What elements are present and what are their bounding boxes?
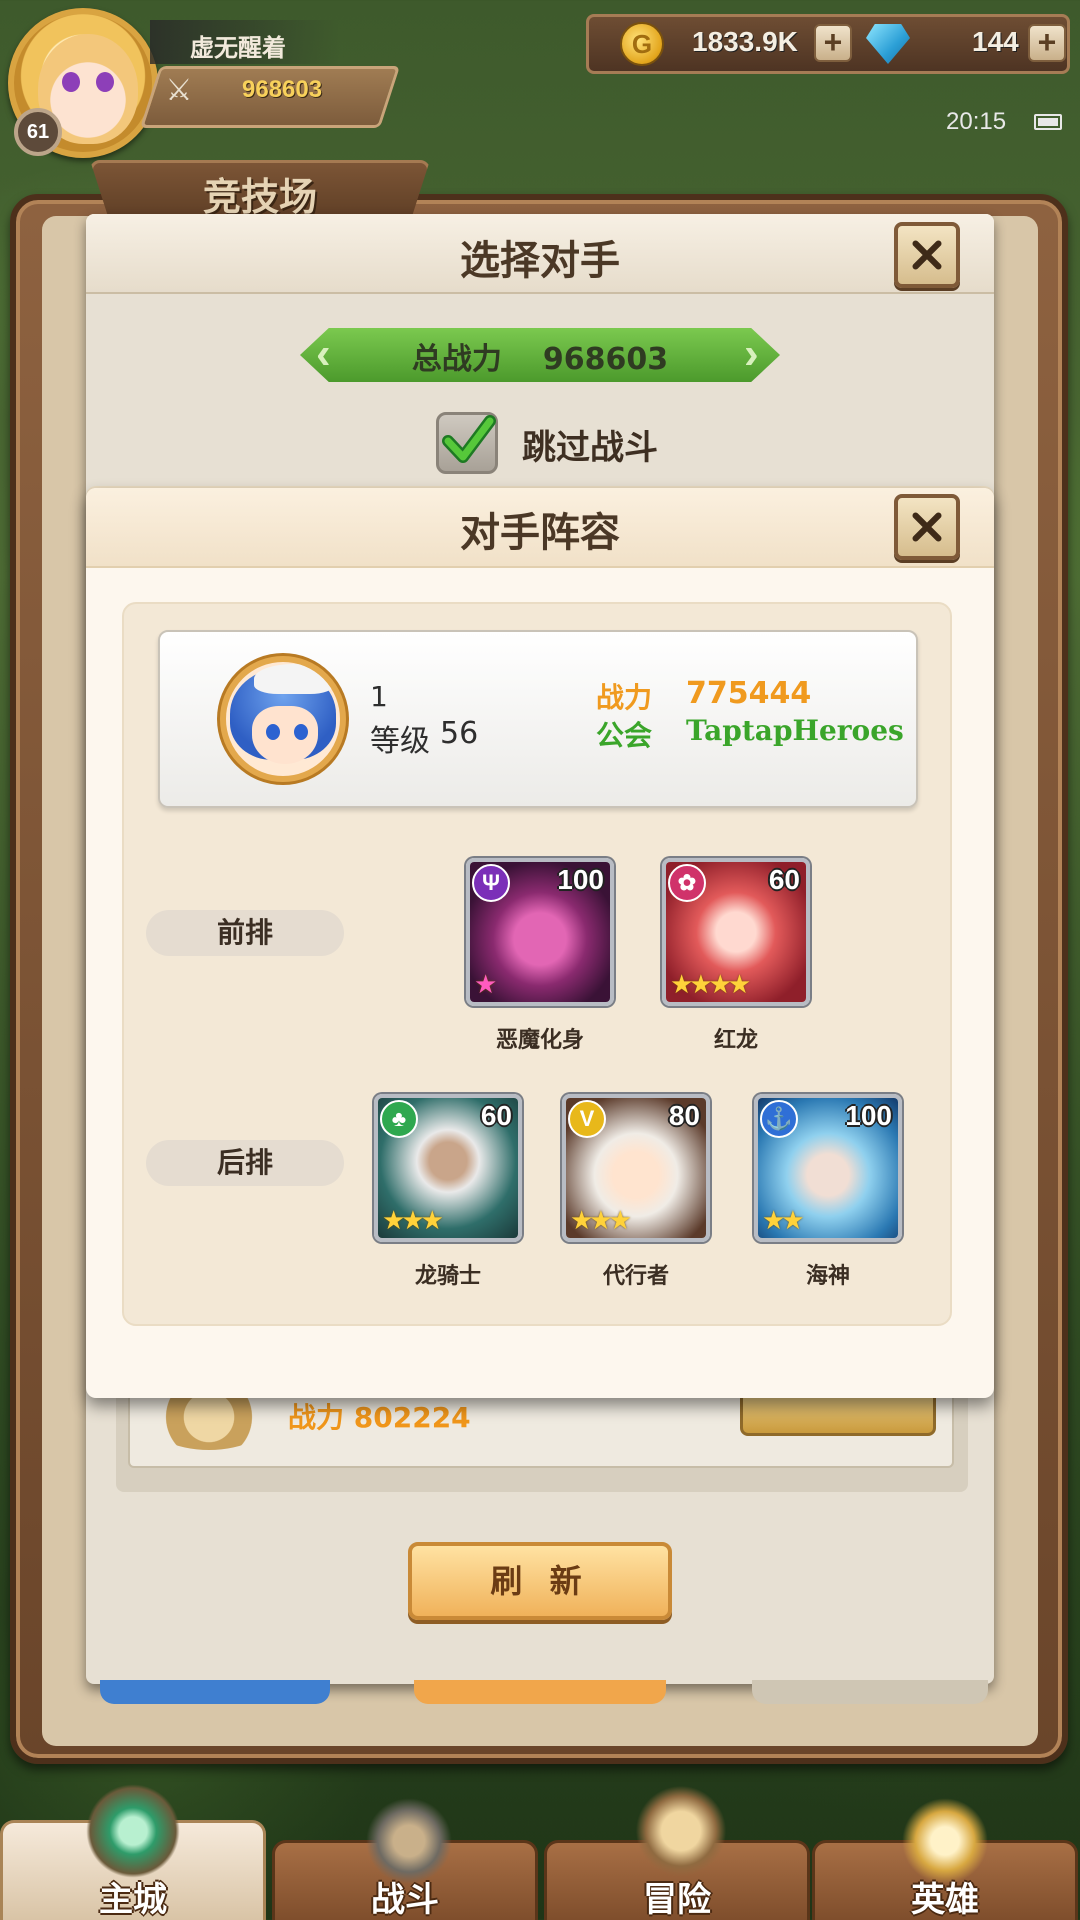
nav-label-adventure: 冒险 (643, 1880, 711, 1920)
player-name: 虚无醒着 (150, 20, 340, 64)
nav-label-battle: 战斗 (371, 1880, 439, 1920)
select-opponent-title: 选择对手 (460, 238, 620, 284)
refresh-button[interactable]: 刷 新 (408, 1542, 672, 1620)
opponent-level-label: 等级 (370, 724, 430, 759)
player-level-badge: 61 (14, 108, 62, 156)
avatar-eye-left (62, 72, 80, 92)
hero-stars: ★★ (762, 1206, 805, 1236)
opponent-row-power-label: 战力 (288, 1401, 345, 1434)
hero-card-back-2[interactable]: V 80 ★★★ (562, 1094, 710, 1242)
light-icon: V (568, 1100, 606, 1138)
opponent-avatar (220, 656, 346, 782)
status-clock: 20:15 (946, 108, 1007, 135)
total-power: 总战力 968603 (300, 334, 780, 378)
hero-stars: ★★★ (570, 1206, 632, 1236)
anchor-icon: ⚓ (760, 1100, 798, 1138)
add-gold-button[interactable]: + (814, 24, 852, 62)
opponent-row-power-value: 802224 (353, 1401, 471, 1434)
gray-tab-edge (752, 1680, 988, 1704)
hero-name: 龙骑士 (414, 1264, 481, 1289)
hero-card-front-1[interactable]: Ψ 100 ★ (466, 858, 614, 1006)
opponent-level-value: 56 (440, 716, 479, 751)
hero-name: 恶魔化身 (495, 1028, 584, 1053)
hero-stars: ★ (474, 970, 497, 1000)
close-icon (912, 512, 942, 542)
avatar-eye-right (96, 72, 114, 92)
total-power-value: 968603 (542, 342, 669, 377)
hero-level: 80 (668, 1100, 700, 1131)
hero-level: 100 (557, 864, 604, 895)
skip-battle-checkbox[interactable] (436, 412, 498, 474)
opponent-power-value: 775444 (686, 676, 812, 711)
player-power-value: 968603 (242, 76, 323, 103)
opponent-name: 1 (370, 680, 388, 713)
nav-label-heroes: 英雄 (911, 1880, 979, 1920)
hero-name: 海神 (805, 1264, 850, 1289)
map-scroll-icon (626, 1776, 736, 1886)
hero-card-front-2[interactable]: ✿ 60 ★★★★ (662, 858, 810, 1006)
orange-tab-edge (414, 1680, 666, 1704)
close-icon (912, 240, 942, 270)
close-lineup-button[interactable] (894, 494, 960, 560)
hero-name: 代行者 (602, 1264, 669, 1289)
front-row-label: 前排 (146, 910, 344, 956)
castle-icon (78, 1776, 188, 1886)
opponent-row-power: 战力 802224 (288, 1396, 471, 1436)
opponent-lineup-title: 对手阵容 (460, 510, 620, 556)
arena-title: 竞技场 (202, 175, 317, 219)
gem-value: 144 (972, 26, 1019, 57)
hero-level: 60 (768, 864, 800, 895)
battery-icon (1034, 114, 1062, 130)
demon-horns-icon: Ψ (472, 864, 510, 902)
close-select-opponent-button[interactable] (894, 222, 960, 288)
checkmark-icon (442, 415, 496, 463)
hero-stars: ★★★★ (670, 970, 751, 1000)
hero-level: 60 (480, 1100, 512, 1131)
crossed-swords-icon: ⚔ (165, 73, 193, 108)
total-power-label: 总战力 (411, 342, 502, 377)
flower-icon: ✿ (668, 864, 706, 902)
opponent-guild-label: 公会 (596, 719, 653, 752)
opponent-power-label: 战力 (596, 681, 653, 714)
hero-card-back-1[interactable]: ♣ 60 ★★★ (374, 1094, 522, 1242)
skip-battle-label: 跳过战斗 (522, 428, 658, 468)
gold-coin-icon: G (620, 22, 664, 66)
back-row-label: 后排 (146, 1140, 344, 1186)
blue-tab-edge (100, 1680, 330, 1704)
add-gems-button[interactable]: + (1028, 24, 1066, 62)
hero-level: 100 (845, 1100, 892, 1131)
hero-card-back-3[interactable]: ⚓ 100 ★★ (754, 1094, 902, 1242)
hero-stars: ★★★ (382, 1206, 444, 1236)
gold-value: 1833.9K (692, 26, 798, 57)
opponent-guild-value: TaptapHeroes (686, 714, 904, 747)
forest-icon: ♣ (380, 1100, 418, 1138)
hero-name: 红龙 (713, 1028, 758, 1053)
nav-label-main-city: 主城 (99, 1880, 167, 1920)
